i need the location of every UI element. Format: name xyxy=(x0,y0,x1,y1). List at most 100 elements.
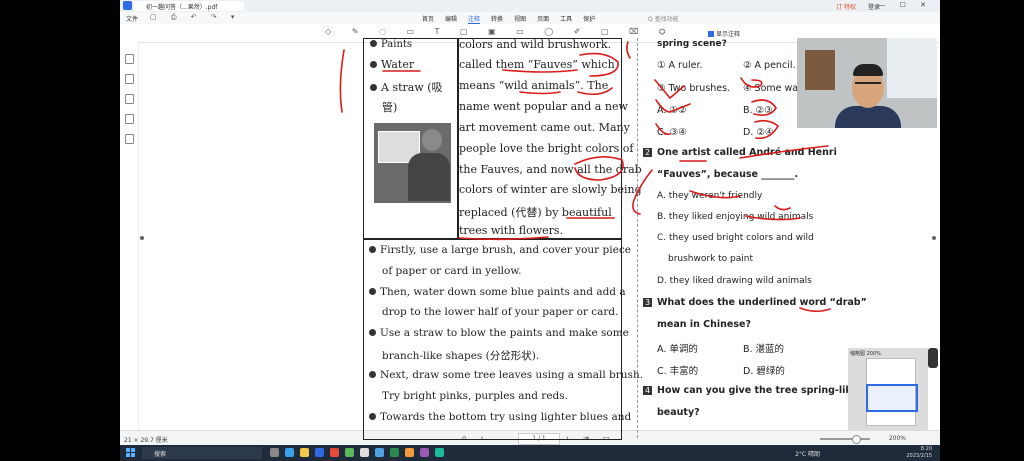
q3-number: 3 xyxy=(643,298,653,307)
thumbnail-label: 缩略图 200% xyxy=(850,351,881,357)
app-icon[interactable] xyxy=(375,448,384,457)
story-line: colors and wild brushwork. xyxy=(459,38,612,51)
webcam-overlay xyxy=(797,38,937,128)
left-panel xyxy=(120,42,139,430)
story-line: art movement came out. Many xyxy=(459,121,630,134)
q2-option: A. they weren't friendly xyxy=(657,191,763,201)
menu-tools[interactable]: 工具 xyxy=(560,16,572,23)
q1-answer: B. ②③ xyxy=(743,105,773,116)
q2-option-cont: brushwork to paint xyxy=(668,254,754,264)
vip-link[interactable]: 订 特权 xyxy=(836,4,856,11)
zoom-slider-handle[interactable] xyxy=(852,435,861,444)
story-line: the Fauves, and now all the drab xyxy=(459,163,642,176)
menu-home[interactable]: 首页 xyxy=(422,16,434,23)
bookmark-icon[interactable] xyxy=(125,54,134,64)
app-icon[interactable] xyxy=(435,448,444,457)
q3-stem: What does the underlined word “drab” xyxy=(657,297,867,308)
step-line: branch-like shapes (分岔形状). xyxy=(382,350,540,362)
q2-stem: One artist called André and Henri xyxy=(657,147,837,158)
feature-search[interactable]: Q 查找功能 xyxy=(648,14,679,23)
menu-view[interactable]: 视图 xyxy=(514,16,526,23)
edge-icon[interactable] xyxy=(285,448,294,457)
window-controls[interactable]: — ☐ ✕ xyxy=(878,1,932,9)
q2-number: 2 xyxy=(643,148,653,157)
q1-option: ④ Some wa xyxy=(743,83,799,94)
chrome-icon[interactable] xyxy=(360,448,369,457)
material-straw-cont: 管) xyxy=(382,101,398,114)
taskview-icon[interactable] xyxy=(270,448,279,457)
menu-bar: 文件 ▢ ⎙ ↶ ↷ ▾ 首页 编辑 注释 转换 视图 页面 工具 保护 Q 查找功能 xyxy=(120,12,940,24)
app-icon[interactable] xyxy=(330,448,339,457)
app-icon[interactable] xyxy=(390,448,399,457)
show-notes-toggle[interactable]: 显示注释 xyxy=(708,29,740,38)
q4-stem: How can you give the tree spring-like xyxy=(657,385,858,396)
step-line: of paper or card in yellow. xyxy=(382,265,522,277)
photo-person-body xyxy=(408,153,450,201)
step-line: Next, draw some tree leaves using a smal… xyxy=(369,369,643,381)
app-logo-icon xyxy=(123,1,132,10)
side-panel-toggle[interactable] xyxy=(928,348,938,368)
q1-option: ③ Two brushes. xyxy=(657,83,731,94)
app-icon[interactable] xyxy=(420,448,429,457)
q1-tail: spring scene? xyxy=(657,39,727,49)
q3-option: B. 湛蓝的 xyxy=(743,344,785,355)
thumbnail-icon[interactable] xyxy=(125,74,134,84)
pdf-app-icon[interactable] xyxy=(315,448,324,457)
material-straw: A straw (吸 xyxy=(370,79,443,95)
q3-option: D. 碧绿的 xyxy=(743,366,785,377)
title-bar: 初一趣问答（...果然）.pdf 订 特权 登录 — ☐ ✕ xyxy=(120,0,940,12)
q1-answer: C. ③④ xyxy=(657,127,687,138)
q1-answer: A. ①② xyxy=(657,105,687,116)
q4-stem: beauty? xyxy=(657,407,700,418)
zoom-slider[interactable] xyxy=(820,435,870,444)
document-tab-title: 初一趣问答（...果然）.pdf xyxy=(146,4,218,11)
q2-option: B. they liked enjoying wild animals xyxy=(657,212,814,222)
app-icon[interactable] xyxy=(345,448,354,457)
q1-option: ② A pencil. xyxy=(743,60,796,71)
step-line: Use a straw to blow the paints and make … xyxy=(369,327,629,339)
thumbnail-viewport[interactable] xyxy=(866,384,918,412)
windows-taskbar: 搜索 2°C 晴朗 8:20 2023/2/15 xyxy=(120,445,940,461)
menu-page[interactable]: 页面 xyxy=(537,16,549,23)
story-line: replaced (代替) by beautiful xyxy=(459,206,612,219)
system-clock[interactable]: 8:20 2023/2/15 xyxy=(906,446,932,460)
main-menus: 首页 编辑 注释 转换 视图 页面 工具 保护 xyxy=(422,14,606,24)
menu-annotate[interactable]: 注释 xyxy=(468,16,481,24)
q3-stem: mean in Chinese? xyxy=(657,319,751,330)
step-line: Try bright pinks, purples and reds. xyxy=(382,390,568,402)
webcam-window xyxy=(887,38,937,98)
show-notes-label: 显示注释 xyxy=(716,31,741,38)
story-line: people love the bright colors of xyxy=(459,142,634,155)
file-menu[interactable]: 文件 xyxy=(126,14,138,23)
photo-person-head xyxy=(422,129,442,151)
weather[interactable]: 2°C 晴朗 xyxy=(795,449,820,458)
q2-stem: “Fauves”, because _______. xyxy=(657,169,799,180)
menu-edit[interactable]: 编辑 xyxy=(445,16,457,23)
story-line: trees with flowers. xyxy=(459,224,564,237)
step-line: Firstly, use a large brush, and cover yo… xyxy=(369,244,631,256)
taskbar-search[interactable]: 搜索 xyxy=(142,447,262,459)
annotation-tools[interactable]: ◇ ✎ ◌ ▭ T ▢ ▣ ▭ ◯ ✐ ▢ ⌧ ⛭ xyxy=(325,27,674,37)
title-right: 订 特权 登录 xyxy=(836,2,880,11)
clock-time: 8:20 xyxy=(920,446,932,452)
menu-convert[interactable]: 转换 xyxy=(491,16,503,23)
thumbnail-navigator[interactable] xyxy=(848,348,928,430)
q3-option: C. 丰富的 xyxy=(657,366,699,377)
app-icon[interactable] xyxy=(405,448,414,457)
taskbar-search-label: 搜索 xyxy=(154,451,167,458)
zoom-level[interactable]: 200% xyxy=(889,435,906,442)
taskbar-apps xyxy=(270,448,450,459)
webcam-person-glasses xyxy=(855,82,881,90)
comment-icon[interactable] xyxy=(125,94,134,104)
q4-number: 4 xyxy=(643,386,653,395)
search-panel-icon[interactable] xyxy=(125,134,134,144)
quick-tools[interactable]: ▢ ⎙ ↶ ↷ ▾ xyxy=(150,13,240,22)
explorer-icon[interactable] xyxy=(300,448,309,457)
document-tab[interactable]: 初一趣问答（...果然）.pdf xyxy=(134,1,244,11)
story-line: called them “Fauves” which xyxy=(459,58,615,71)
story-line: name went popular and a new xyxy=(459,100,628,113)
q1-answer: D. ②④ xyxy=(743,127,774,138)
windows-start-icon[interactable] xyxy=(126,448,136,458)
menu-protect[interactable]: 保护 xyxy=(583,16,595,23)
attachment-icon[interactable] xyxy=(125,114,134,124)
